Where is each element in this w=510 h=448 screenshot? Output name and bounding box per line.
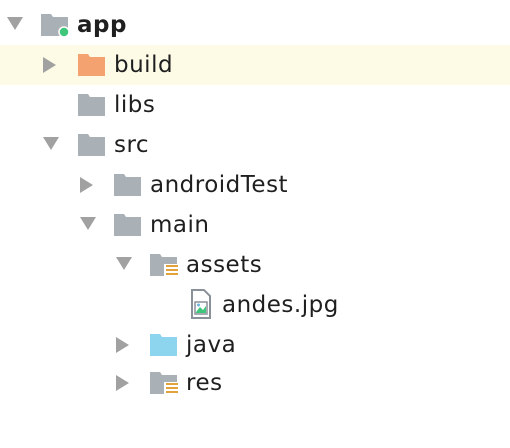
folder-icon <box>77 92 107 118</box>
image-file-icon <box>189 289 213 319</box>
tree-node-andes-jpg[interactable]: andes.jpg <box>0 285 510 325</box>
module-folder-icon <box>40 12 70 38</box>
source-folder-icon <box>149 332 179 358</box>
tree-node-libs[interactable]: libs <box>0 85 510 125</box>
collapse-arrow-icon[interactable] <box>116 337 129 353</box>
tree-node-java[interactable]: java <box>0 325 510 365</box>
tree-node-app[interactable]: app <box>0 5 510 45</box>
folder-icon <box>77 132 107 158</box>
folder-icon <box>113 212 143 238</box>
tree-node-androidtest[interactable]: androidTest <box>0 165 510 205</box>
tree-node-build[interactable]: build <box>0 45 510 85</box>
tree-node-src[interactable]: src <box>0 125 510 165</box>
tree-node-label: androidTest <box>150 172 289 198</box>
collapse-arrow-icon[interactable] <box>43 57 56 73</box>
tree-node-main[interactable]: main <box>0 205 510 245</box>
tree-node-label: res <box>186 370 223 396</box>
collapse-arrow-icon[interactable] <box>80 177 93 193</box>
expand-arrow-icon[interactable] <box>7 17 23 30</box>
tree-node-label: main <box>150 212 210 238</box>
tree-node-label: java <box>186 332 237 358</box>
expand-arrow-icon[interactable] <box>43 137 59 150</box>
collapse-arrow-icon[interactable] <box>116 375 129 391</box>
tree-node-res[interactable]: res <box>0 363 510 403</box>
tree-node-label: assets <box>186 252 263 278</box>
expand-arrow-icon[interactable] <box>116 257 132 270</box>
resource-folder-icon <box>149 252 179 278</box>
tree-node-label: src <box>114 132 150 158</box>
tree-node-label: build <box>114 52 174 78</box>
tree-node-assets[interactable]: assets <box>0 245 510 285</box>
tree-node-label: andes.jpg <box>222 292 339 318</box>
project-tree: app build libs src androidTest main asse… <box>0 0 510 448</box>
resource-folder-icon <box>149 370 179 396</box>
tree-node-label: libs <box>114 92 156 118</box>
tree-node-label: app <box>77 12 127 38</box>
excluded-folder-icon <box>77 52 107 78</box>
expand-arrow-icon[interactable] <box>80 217 96 230</box>
folder-icon <box>113 172 143 198</box>
